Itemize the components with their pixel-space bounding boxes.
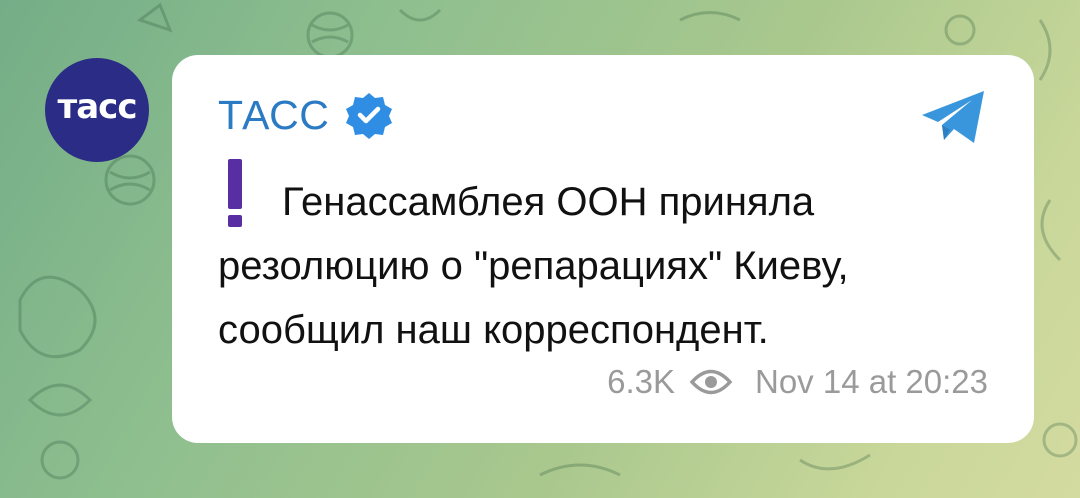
message-bubble[interactable]: ТАСС Генассамблея ООН приняла резолюцию … [172,55,1034,443]
message-text: Генассамблея ООН приняла резолюцию о "ре… [218,180,849,352]
channel-name[interactable]: ТАСС [218,92,329,139]
message-meta: 6.3K Nov 14 at 20:23 [607,363,988,401]
message-text-block: Генассамблея ООН приняла резолюцию о "ре… [218,159,998,362]
telegram-share-icon[interactable] [920,88,988,146]
view-count: 6.3K [607,363,675,400]
post-date: Nov 14 at 20:23 [755,363,988,400]
channel-avatar[interactable]: тасс [45,58,149,162]
avatar-label: тасс [57,87,138,127]
exclamation-mark-icon [228,159,242,227]
channel-header: ТАСС [218,91,393,139]
verified-badge-icon [346,93,393,139]
eye-icon [689,369,733,395]
